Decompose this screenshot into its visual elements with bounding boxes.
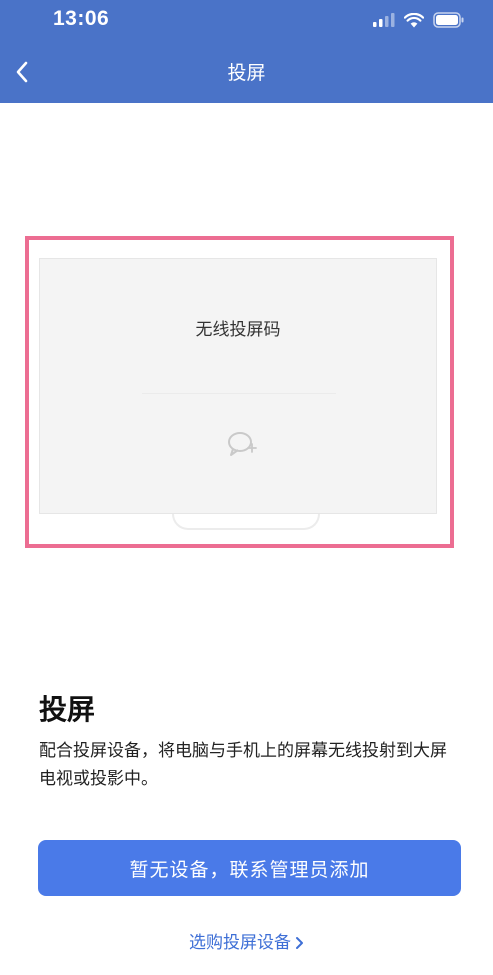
chat-bubble-icon bbox=[228, 432, 257, 456]
nav-bar: 投屏 bbox=[0, 48, 493, 100]
wifi-icon bbox=[404, 12, 424, 27]
contact-admin-button-label: 暂无设备，联系管理员添加 bbox=[129, 858, 370, 881]
tv-stand bbox=[172, 514, 320, 530]
page-title: 投屏 bbox=[227, 62, 266, 84]
battery-icon bbox=[433, 12, 464, 28]
chevron-right-icon bbox=[296, 937, 303, 949]
status-icons bbox=[373, 10, 465, 30]
tv-screen-illustration: 无线投屏码 bbox=[39, 258, 437, 514]
signal-icon bbox=[373, 13, 395, 27]
buy-device-link[interactable]: 选购投屏设备 bbox=[0, 930, 493, 956]
section-description: 配合投屏设备，将电脑与手机上的屏幕无线投射到大屏电视或投影中。 bbox=[39, 741, 447, 789]
cast-code-label: 无线投屏码 bbox=[195, 320, 281, 340]
status-time: 13:06 bbox=[53, 7, 110, 30]
buy-device-link-label: 选购投屏设备 bbox=[189, 933, 291, 953]
app-header: 13:06 投屏 bbox=[0, 0, 493, 103]
cast-preview-frame: 无线投屏码 bbox=[25, 236, 454, 548]
contact-admin-button[interactable]: 暂无设备，联系管理员添加 bbox=[38, 840, 461, 896]
section-title: 投屏 bbox=[39, 693, 96, 726]
placeholder-line bbox=[142, 393, 336, 394]
status-bar: 13:06 bbox=[0, 0, 493, 40]
